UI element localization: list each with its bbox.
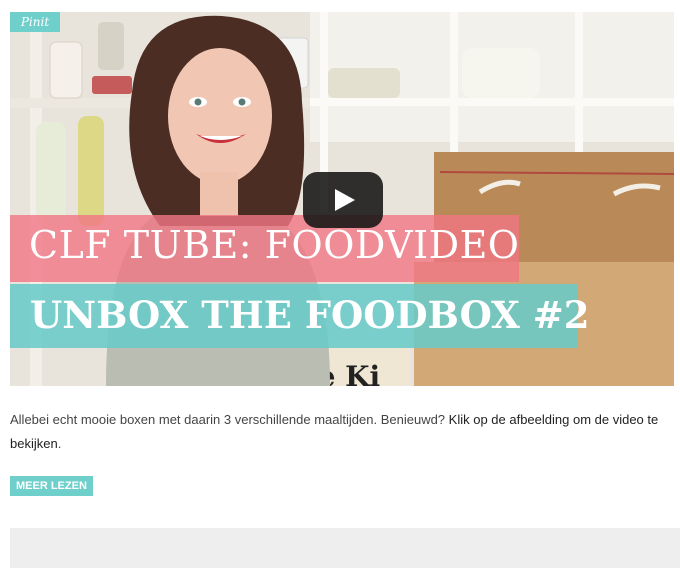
read-more-button[interactable]: MEER LEZEN bbox=[10, 476, 93, 496]
video-title-line-2: UNBOX THE FOODBOX #2 bbox=[30, 293, 590, 337]
play-icon bbox=[335, 189, 355, 211]
video-title-band-bottom: UNBOX THE FOODBOX #2 bbox=[10, 284, 589, 348]
description-text: Allebei echt mooie boxen met daarin 3 ve… bbox=[10, 412, 449, 427]
article-description: Allebei echt mooie boxen met daarin 3 ve… bbox=[10, 408, 670, 456]
video-title-line-1: CLF TUBE: FOODVIDEO bbox=[29, 223, 520, 267]
description-end: . bbox=[57, 436, 62, 451]
play-button[interactable] bbox=[303, 172, 383, 228]
video-title-band-top: CLF TUBE: FOODVIDEO bbox=[10, 215, 519, 282]
pin-it-button[interactable]: Pinit bbox=[10, 12, 60, 32]
next-post-panel bbox=[10, 528, 680, 568]
